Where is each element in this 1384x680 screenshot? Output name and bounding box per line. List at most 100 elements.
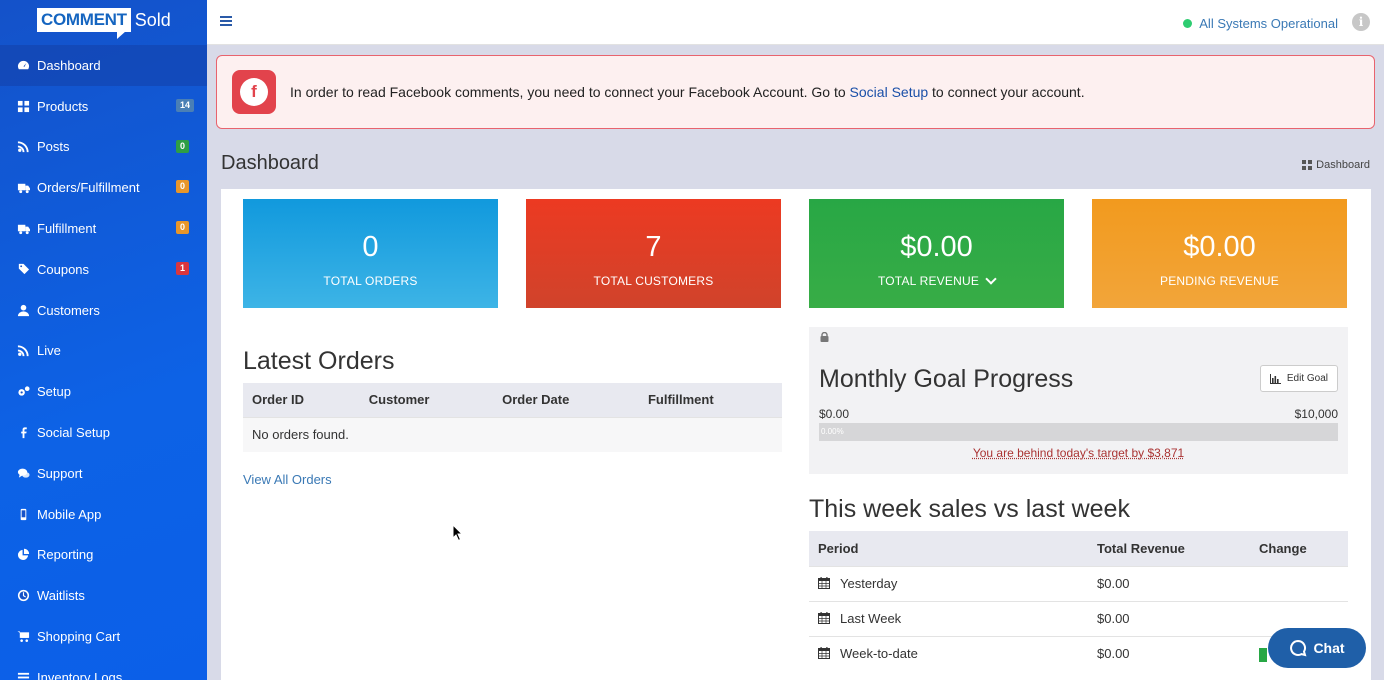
week-sales-title: This week sales vs last week — [809, 495, 1130, 523]
revenue-cell: $0.00 — [1088, 600, 1250, 636]
sidebar-item-label: Reporting — [37, 547, 94, 563]
sidebar-item-posts[interactable]: Posts 0 — [0, 127, 207, 168]
user-icon — [16, 303, 30, 317]
empty-message: No orders found. — [243, 416, 782, 452]
cart-icon — [16, 630, 30, 644]
chevron-down-icon[interactable] — [985, 273, 997, 285]
column-header[interactable]: Order Date — [493, 383, 639, 417]
sidebar-item-setup[interactable]: Setup — [0, 371, 207, 412]
behind-target-text: You are behind today's target by $3,871 — [972, 446, 1185, 460]
stat-label: PENDING REVENUE — [1159, 274, 1280, 288]
breadcrumb-label: Dashboard — [1316, 159, 1370, 171]
revenue-cell: $0.00 — [1088, 635, 1250, 671]
status-text: All Systems Operational — [1199, 16, 1338, 31]
tag-icon — [16, 262, 30, 276]
sidebar-item-label: Fulfillment — [37, 221, 97, 237]
stat-pending-revenue[interactable]: $0.00 PENDING REVENUE — [1092, 199, 1347, 308]
social-setup-link[interactable]: Social Setup — [850, 84, 929, 100]
count-badge: 0 — [176, 221, 190, 235]
goal-progress-bar: 0.00% — [819, 423, 1338, 441]
page-title: Dashboard — [221, 152, 319, 174]
stat-total-customers[interactable]: 7 TOTAL CUSTOMERS — [526, 199, 781, 308]
column-header[interactable]: Period — [809, 531, 1088, 566]
sidebar-item-waitlists[interactable]: Waitlists — [0, 575, 207, 616]
monthly-goal-panel: Monthly Goal Progress Edit Goal $0.00 $1… — [809, 327, 1348, 474]
chat-label: Chat — [1313, 640, 1345, 656]
sidebar-item-customers[interactable]: Customers — [0, 290, 207, 331]
stat-total-orders[interactable]: 0 TOTAL ORDERS — [243, 199, 498, 308]
alert-message: In order to read Facebook comments, you … — [290, 84, 1085, 100]
sidebar-item-shopping-cart[interactable]: Shopping Cart — [0, 616, 207, 657]
comments-icon — [16, 466, 30, 480]
progress-label: 0.00% — [821, 427, 844, 436]
count-badge: 14 — [176, 98, 195, 112]
sidebar-item-live[interactable]: Live — [0, 331, 207, 372]
stat-value: 0 — [362, 231, 379, 263]
logo-comment: COMMENT — [37, 8, 131, 39]
column-header[interactable]: Customer — [359, 383, 494, 417]
grid-icon — [1302, 160, 1313, 170]
mouse-cursor-icon — [452, 524, 464, 542]
sidebar-item-reporting[interactable]: Reporting — [0, 535, 207, 576]
table-row: Yesterday $0.00 — [809, 565, 1348, 601]
count-badge: 0 — [176, 139, 190, 153]
status-dot-icon — [1183, 19, 1193, 28]
sidebar-item-inventory-logs[interactable]: Inventory Logs — [0, 657, 207, 680]
period-label: Last Week — [840, 611, 902, 626]
table-row: No orders found. — [243, 416, 782, 452]
column-header[interactable]: Change — [1250, 531, 1348, 566]
stat-label: TOTAL ORDERS — [323, 274, 418, 288]
grid-icon — [16, 99, 30, 113]
change-cell — [1250, 565, 1348, 601]
sidebar-item-social-setup[interactable]: Social Setup — [0, 412, 207, 453]
main-content: 0 TOTAL ORDERS 7 TOTAL CUSTOMERS $0.00 T… — [221, 189, 1371, 680]
sidebar-item-orders-fulfillment[interactable]: Orders/Fulfillment 0 — [0, 167, 207, 208]
mobile-icon — [16, 507, 30, 521]
sidebar-item-coupons[interactable]: Coupons 1 — [0, 249, 207, 290]
column-header[interactable]: Total Revenue — [1088, 531, 1250, 566]
goal-title: Monthly Goal Progress — [819, 365, 1074, 393]
stat-value: $0.00 — [900, 231, 973, 263]
menu-toggle-icon[interactable] — [220, 16, 232, 26]
period-label: Yesterday — [840, 576, 898, 591]
info-icon[interactable]: i — [1352, 13, 1370, 31]
sidebar: COMMENT Sold Dashboard Products 14 Posts 0 Or… — [0, 0, 207, 680]
latest-orders-title: Latest Orders — [243, 347, 395, 375]
stat-label: TOTAL REVENUE — [809, 273, 1064, 288]
sidebar-item-label: Posts — [37, 139, 70, 155]
sidebar-item-label: Inventory Logs — [37, 669, 123, 680]
view-all-orders-link[interactable]: View All Orders — [243, 472, 332, 487]
sidebar-item-fulfillment[interactable]: Fulfillment 0 — [0, 208, 207, 249]
logo-sold: Sold — [134, 10, 171, 30]
sidebar-item-dashboard[interactable]: Dashboard — [0, 45, 207, 86]
goal-max: $10,000 — [1294, 407, 1338, 421]
breadcrumb[interactable]: Dashboard — [1302, 159, 1370, 171]
sidebar-item-products[interactable]: Products 14 — [0, 86, 207, 127]
alert-text-after: to connect your account. — [928, 84, 1085, 100]
facebook-alert: f In order to read Facebook comments, yo… — [216, 55, 1375, 129]
stat-label: TOTAL CUSTOMERS — [593, 274, 714, 288]
system-status[interactable]: All Systems Operational — [1183, 16, 1338, 31]
edit-goal-button[interactable]: Edit Goal — [1259, 365, 1338, 392]
calendar-icon — [818, 647, 830, 660]
sidebar-item-support[interactable]: Support — [0, 453, 207, 494]
cogs-icon — [16, 385, 30, 399]
period-cell: Week-to-date — [809, 635, 1088, 671]
rss-icon — [16, 344, 30, 358]
topbar: All Systems Operational i — [207, 0, 1384, 45]
truck-icon — [16, 181, 30, 195]
logo[interactable]: COMMENT Sold — [0, 0, 207, 45]
sidebar-item-label: Mobile App — [37, 506, 102, 522]
sidebar-item-label: Setup — [37, 384, 71, 400]
lock-icon[interactable] — [820, 332, 829, 342]
bar-chart-icon — [1269, 373, 1281, 384]
sidebar-item-label: Shopping Cart — [37, 629, 121, 645]
column-header[interactable]: Fulfillment — [638, 383, 782, 417]
column-header[interactable]: Order ID — [243, 383, 360, 417]
sidebar-item-label: Support — [37, 465, 83, 481]
sidebar-item-label: Social Setup — [37, 425, 110, 441]
stat-total-revenue[interactable]: $0.00 TOTAL REVENUE — [809, 199, 1064, 308]
calendar-icon — [818, 577, 830, 589]
sidebar-item-mobile-app[interactable]: Mobile App — [0, 494, 207, 535]
chat-button[interactable]: Chat — [1268, 628, 1366, 668]
